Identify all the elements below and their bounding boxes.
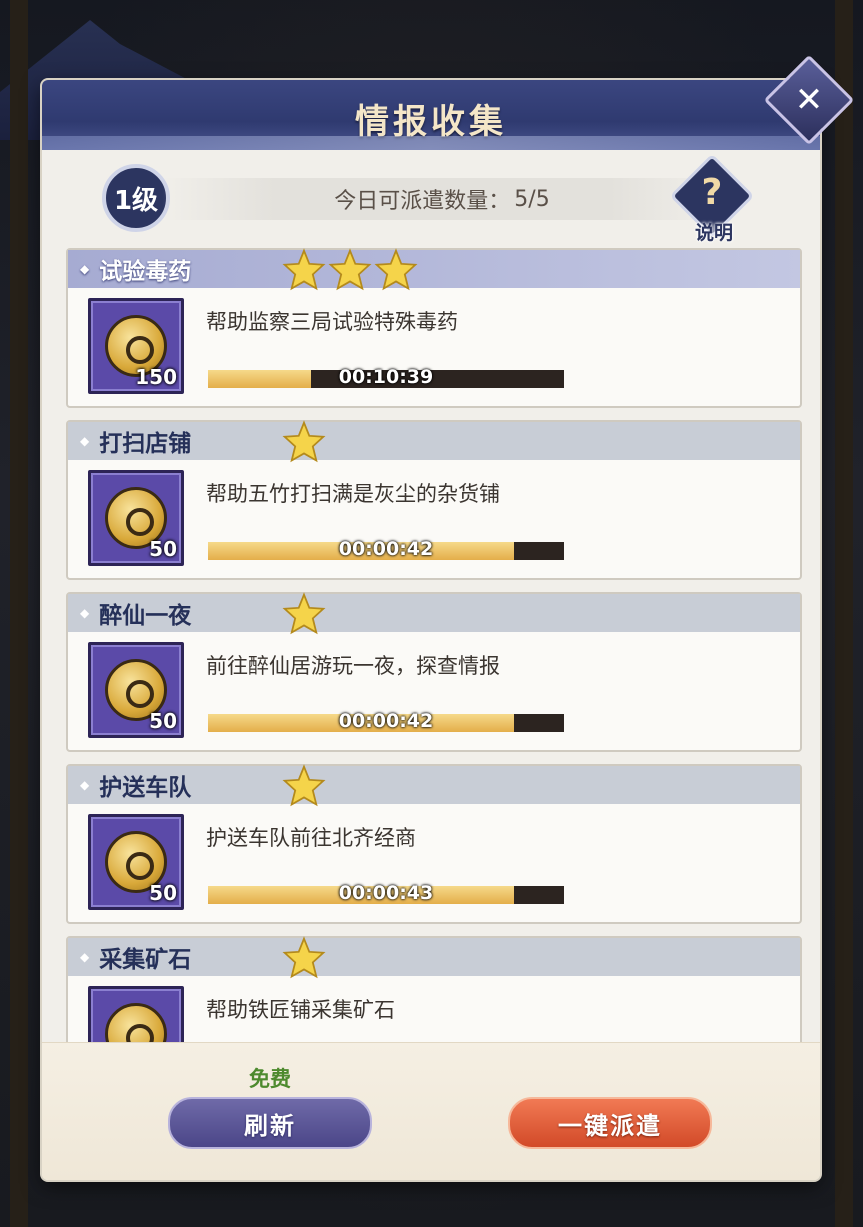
dispatch-all-button[interactable]: 一键派遣 xyxy=(508,1097,712,1149)
task-name-tab: ◆ 打扫店铺 xyxy=(68,422,248,460)
task-description: 前往醉仙居游玩一夜，探查情报 xyxy=(206,654,500,678)
dispatch-count-bar: 今日可派遣数量： 5/5 xyxy=(162,178,722,220)
reward-item-slot[interactable]: 50 xyxy=(88,814,184,910)
refresh-button[interactable]: 刷新 xyxy=(168,1097,372,1149)
star-icon xyxy=(328,248,372,296)
task-name-tab: ◆ 护送车队 xyxy=(68,766,248,804)
task-name-tab: ◆ 试验毒药 xyxy=(68,250,248,288)
background-pillar xyxy=(835,0,853,1227)
reward-item-slot[interactable]: 50 xyxy=(88,642,184,738)
reward-item-slot[interactable]: 150 xyxy=(88,298,184,394)
free-refresh-label: 免费 xyxy=(249,1067,291,1091)
question-mark-icon[interactable]: ? xyxy=(694,172,730,216)
star-icon xyxy=(374,248,418,296)
diamond-bullet-icon: ◆ xyxy=(80,950,90,964)
difficulty-stars xyxy=(282,420,326,468)
task-header: ◆ 采集矿石 xyxy=(68,936,800,979)
task-name: 打扫店铺 xyxy=(99,431,192,457)
star-icon xyxy=(282,592,326,640)
task-description: 帮助监察三局试验特殊毒药 xyxy=(206,310,458,334)
task-header: ◆ 试验毒药 xyxy=(68,248,800,291)
task-description: 帮助五竹打扫满是灰尘的杂货铺 xyxy=(206,482,500,506)
difficulty-stars xyxy=(282,936,326,984)
star-icon xyxy=(282,764,326,812)
task-card[interactable]: ◆ 护送车队 50 护送车队前往北齐经商 00:00:43 xyxy=(66,764,802,924)
countdown-timer: 00:00:42 xyxy=(338,710,434,732)
dispatch-count-value: 5/5 xyxy=(514,186,550,212)
reward-count: 50 xyxy=(149,881,177,905)
close-icon[interactable]: ✕ xyxy=(780,71,838,129)
countdown-timer: 00:00:42 xyxy=(338,538,434,560)
task-header: ◆ 打扫店铺 xyxy=(68,420,800,463)
level-badge: 1级 xyxy=(102,164,170,232)
reward-count: 50 xyxy=(149,537,177,561)
dispatch-count-label: 今日可派遣数量： xyxy=(334,189,511,214)
task-name-tab: ◆ 醉仙一夜 xyxy=(68,594,248,632)
task-header: ◆ 护送车队 xyxy=(68,764,800,807)
task-card[interactable]: ◆ 试验毒药 150 帮助监察三局试验特殊毒药 00:10:39 xyxy=(66,248,802,408)
diamond-bullet-icon: ◆ xyxy=(80,778,90,792)
task-name: 护送车队 xyxy=(99,775,192,801)
intel-collection-dialog: 情报收集 1级 今日可派遣数量： 5/5 ? 说明 ◆ 试验毒药 150 帮助监察三局… xyxy=(42,80,820,1180)
diamond-bullet-icon: ◆ xyxy=(80,262,90,276)
dialog-footer: 免费 刷新 一键派遣 xyxy=(42,1042,820,1180)
task-name-tab: ◆ 采集矿石 xyxy=(68,938,248,976)
reward-item-slot[interactable]: 50 xyxy=(88,470,184,566)
task-description: 护送车队前往北齐经商 xyxy=(206,826,416,850)
task-progress-bar: 00:10:39 xyxy=(208,366,564,388)
reward-count: 150 xyxy=(135,365,177,389)
reward-count: 50 xyxy=(149,709,177,733)
task-name: 采集矿石 xyxy=(99,947,192,973)
diamond-bullet-icon: ◆ xyxy=(80,606,90,620)
background-pillar xyxy=(10,0,28,1227)
task-name: 试验毒药 xyxy=(99,259,192,285)
star-icon xyxy=(282,420,326,468)
difficulty-stars xyxy=(282,764,326,812)
difficulty-stars xyxy=(282,248,418,296)
task-progress-bar: 00:00:42 xyxy=(208,710,564,732)
task-name: 醉仙一夜 xyxy=(99,603,192,629)
star-icon xyxy=(282,248,326,296)
task-progress-bar: 00:00:42 xyxy=(208,538,564,560)
task-card[interactable]: ◆ 醉仙一夜 50 前往醉仙居游玩一夜，探查情报 00:00:42 xyxy=(66,592,802,752)
help-label[interactable]: 说明 xyxy=(686,218,742,245)
task-progress-bar: 00:00:43 xyxy=(208,882,564,904)
task-card[interactable]: ◆ 打扫店铺 50 帮助五竹打扫满是灰尘的杂货铺 00:00:42 xyxy=(66,420,802,580)
dialog-title: 情报收集 xyxy=(355,102,507,142)
star-icon xyxy=(282,936,326,984)
diamond-bullet-icon: ◆ xyxy=(80,434,90,448)
task-description: 帮助铁匠铺采集矿石 xyxy=(206,998,395,1022)
dialog-header: 情报收集 xyxy=(42,80,820,150)
difficulty-stars xyxy=(282,592,326,640)
countdown-timer: 00:10:39 xyxy=(338,366,434,388)
countdown-timer: 00:00:43 xyxy=(338,882,434,904)
task-header: ◆ 醉仙一夜 xyxy=(68,592,800,635)
